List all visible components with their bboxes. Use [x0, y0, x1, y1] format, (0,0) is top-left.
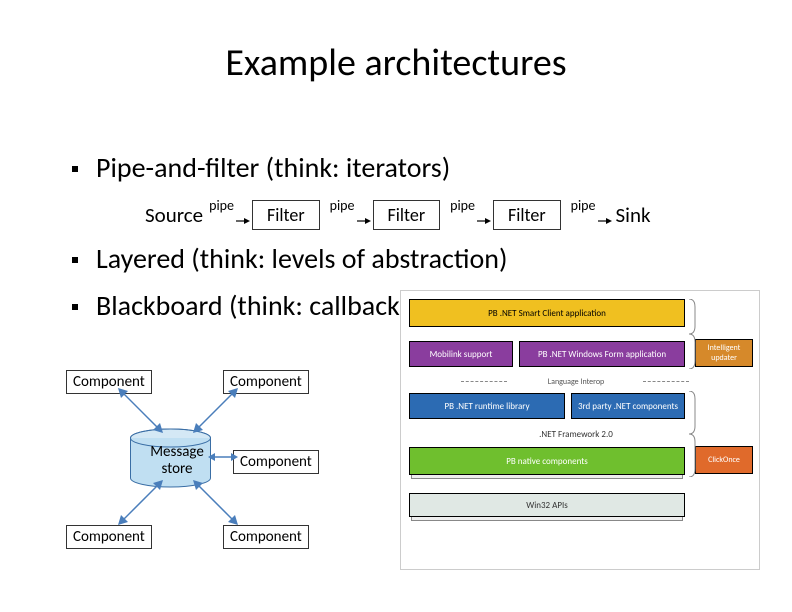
brace-icon	[687, 391, 697, 477]
double-arrow-icon	[193, 480, 243, 530]
double-arrow-icon	[193, 388, 243, 438]
layer-box-winform: PB .NET Windows Form application	[519, 341, 685, 367]
layer-box-3rdparty: 3rd party .NET components	[571, 393, 685, 419]
layer-badge-updater: Intelligent updater	[695, 339, 753, 367]
component-box: Component	[233, 450, 319, 474]
layer-shadow	[411, 517, 683, 521]
blackboard-diagram: Component Component Component Component …	[58, 370, 358, 580]
sink-label: Sink	[616, 202, 651, 228]
dashed-line	[643, 381, 689, 382]
double-arrow-icon	[118, 388, 168, 438]
layer-box-mobilink: Mobilink support	[409, 341, 513, 367]
pipe-filter-diagram: Source pipe Filter pipe Filter pipe Filt…	[145, 200, 651, 230]
double-arrow-icon	[118, 480, 168, 530]
language-interop-label: Language Interop	[511, 377, 641, 387]
arrow-icon	[236, 216, 250, 226]
bullet-text: Layered (think: levels of abstraction)	[96, 239, 507, 278]
layer-shadow	[411, 475, 683, 479]
bullet-text: Blackboard (think: callbacks)	[96, 286, 419, 325]
pipe-label: pipe	[330, 197, 355, 214]
layered-diagram: PB .NET Smart Client application Mobilin…	[400, 290, 760, 570]
arrow-icon	[357, 216, 371, 226]
layer-box-client-app: PB .NET Smart Client application	[409, 299, 685, 327]
pipe-label: pipe	[571, 197, 596, 214]
arrow-icon	[598, 216, 612, 226]
bullet-dot-icon	[72, 257, 78, 263]
bullet-dot-icon	[72, 166, 78, 172]
layer-badge-clickonce: ClickOnce	[695, 446, 753, 474]
slide-title: Example architectures	[0, 40, 792, 86]
bullet-text: Pipe-and-filter (think: iterators)	[96, 148, 450, 187]
layer-box-runtime: PB .NET runtime library	[409, 393, 565, 419]
double-arrow-icon	[208, 450, 238, 465]
framework-label: .NET Framework 2.0	[501, 429, 651, 440]
layer-box-win32: Win32 APIs	[409, 493, 685, 517]
pipe-label: pipe	[450, 197, 475, 214]
message-store-label: Message store	[142, 444, 212, 477]
dashed-line	[461, 381, 507, 382]
filter-box: Filter	[252, 200, 320, 230]
brace-icon	[687, 299, 697, 369]
filter-box: Filter	[493, 200, 561, 230]
pipe-label: pipe	[209, 197, 234, 214]
source-label: Source	[145, 202, 203, 228]
bullet-dot-icon	[72, 304, 78, 310]
bullet-item: Pipe-and-filter (think: iterators)	[72, 148, 752, 187]
bullet-item: Layered (think: levels of abstraction)	[72, 239, 752, 278]
filter-box: Filter	[373, 200, 441, 230]
arrow-icon	[477, 216, 491, 226]
layer-box-native: PB native components	[409, 447, 685, 475]
